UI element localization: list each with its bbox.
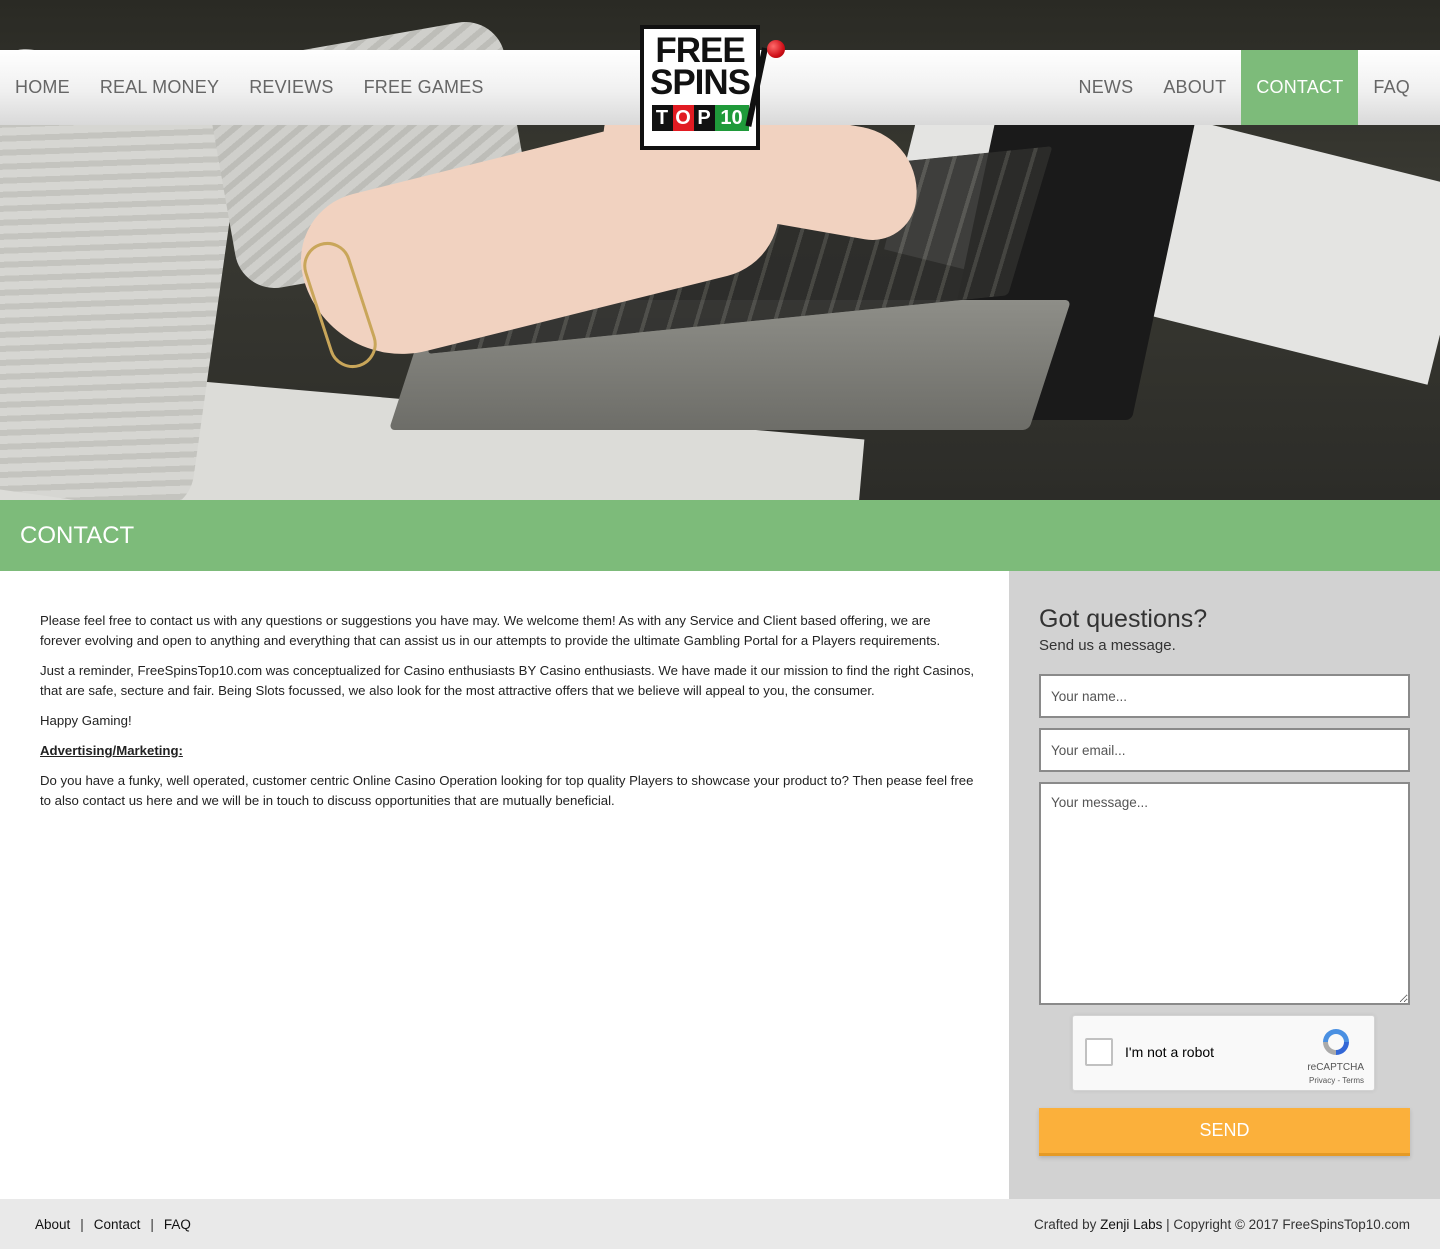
footer-link-contact[interactable]: Contact bbox=[94, 1217, 141, 1232]
logo-letter-p: P bbox=[693, 105, 715, 131]
recaptcha-links[interactable]: Privacy - Terms bbox=[1309, 1076, 1364, 1085]
footer-separator: | bbox=[80, 1216, 84, 1232]
nav-faq[interactable]: FAQ bbox=[1358, 50, 1425, 125]
site-logo[interactable]: FREE SPINS T O P 10 bbox=[640, 25, 760, 150]
footer-links: About | Contact | FAQ bbox=[35, 1217, 191, 1232]
recaptcha-brand: reCAPTCHA bbox=[1307, 1062, 1364, 1073]
crafted-brand-link[interactable]: Zenji Labs bbox=[1100, 1217, 1162, 1232]
advertising-paragraph: Do you have a funky, well operated, cust… bbox=[40, 773, 974, 808]
nav-right-group: NEWS ABOUT CONTACT FAQ bbox=[1064, 50, 1426, 125]
email-input[interactable] bbox=[1039, 728, 1410, 772]
footer: About | Contact | FAQ Crafted by Zenji Labs … bbox=[0, 1199, 1440, 1249]
contact-form-panel: Got questions? Send us a message. I'm no… bbox=[1009, 571, 1440, 1199]
message-textarea[interactable] bbox=[1039, 782, 1410, 1005]
footer-link-faq[interactable]: FAQ bbox=[164, 1217, 191, 1232]
page-title: CONTACT bbox=[20, 521, 135, 549]
recaptcha-checkbox[interactable] bbox=[1085, 1038, 1113, 1066]
recaptcha-label: I'm not a robot bbox=[1125, 1044, 1215, 1060]
nav-news[interactable]: NEWS bbox=[1064, 50, 1149, 125]
form-subtitle: Send us a message. bbox=[1039, 637, 1176, 654]
logo-lever-ball-icon bbox=[767, 40, 785, 58]
nav-reviews[interactable]: REVIEWS bbox=[234, 50, 348, 125]
form-title: Got questions? bbox=[1039, 605, 1208, 633]
intro-paragraph: Please feel free to contact us with any … bbox=[40, 613, 941, 648]
logo-letter-t: T bbox=[651, 105, 673, 131]
footer-link-about[interactable]: About bbox=[35, 1217, 70, 1232]
page-title-band: CONTACT bbox=[0, 500, 1440, 571]
nav-about[interactable]: ABOUT bbox=[1148, 50, 1241, 125]
logo-number-10: 10 bbox=[714, 105, 749, 131]
recaptcha-widget: I'm not a robot reCAPTCHA Privacy - Term… bbox=[1072, 1015, 1375, 1091]
name-input[interactable] bbox=[1039, 674, 1410, 718]
nav-free-games[interactable]: FREE GAMES bbox=[349, 50, 499, 125]
recaptcha-logo-icon bbox=[1323, 1029, 1349, 1055]
nav-home[interactable]: HOME bbox=[0, 50, 85, 125]
main-content: Please feel free to contact us with any … bbox=[0, 571, 1009, 1199]
reminder-paragraph: Just a reminder, FreeSpinsTop10.com was … bbox=[40, 663, 975, 698]
logo-line-spins: SPINS bbox=[649, 63, 751, 102]
logo-line-top10: T O P 10 bbox=[651, 105, 749, 131]
footer-copyright: Crafted by Zenji Labs | Copyright © 2017… bbox=[1034, 1217, 1410, 1232]
nav-left-group: HOME REAL MONEY REVIEWS FREE GAMES bbox=[0, 50, 499, 125]
crafted-prefix: Crafted by bbox=[1034, 1216, 1097, 1232]
copyright-text: | Copyright © 2017 FreeSpinsTop10.com bbox=[1166, 1216, 1410, 1232]
logo-letter-o: O bbox=[672, 105, 694, 131]
advertising-heading: Advertising/Marketing: bbox=[40, 743, 183, 758]
nav-contact[interactable]: CONTACT bbox=[1241, 50, 1359, 125]
nav-real-money[interactable]: REAL MONEY bbox=[85, 50, 234, 125]
send-button[interactable]: SEND bbox=[1039, 1108, 1410, 1156]
footer-separator: | bbox=[150, 1216, 154, 1232]
happy-gaming-text: Happy Gaming! bbox=[40, 713, 132, 728]
